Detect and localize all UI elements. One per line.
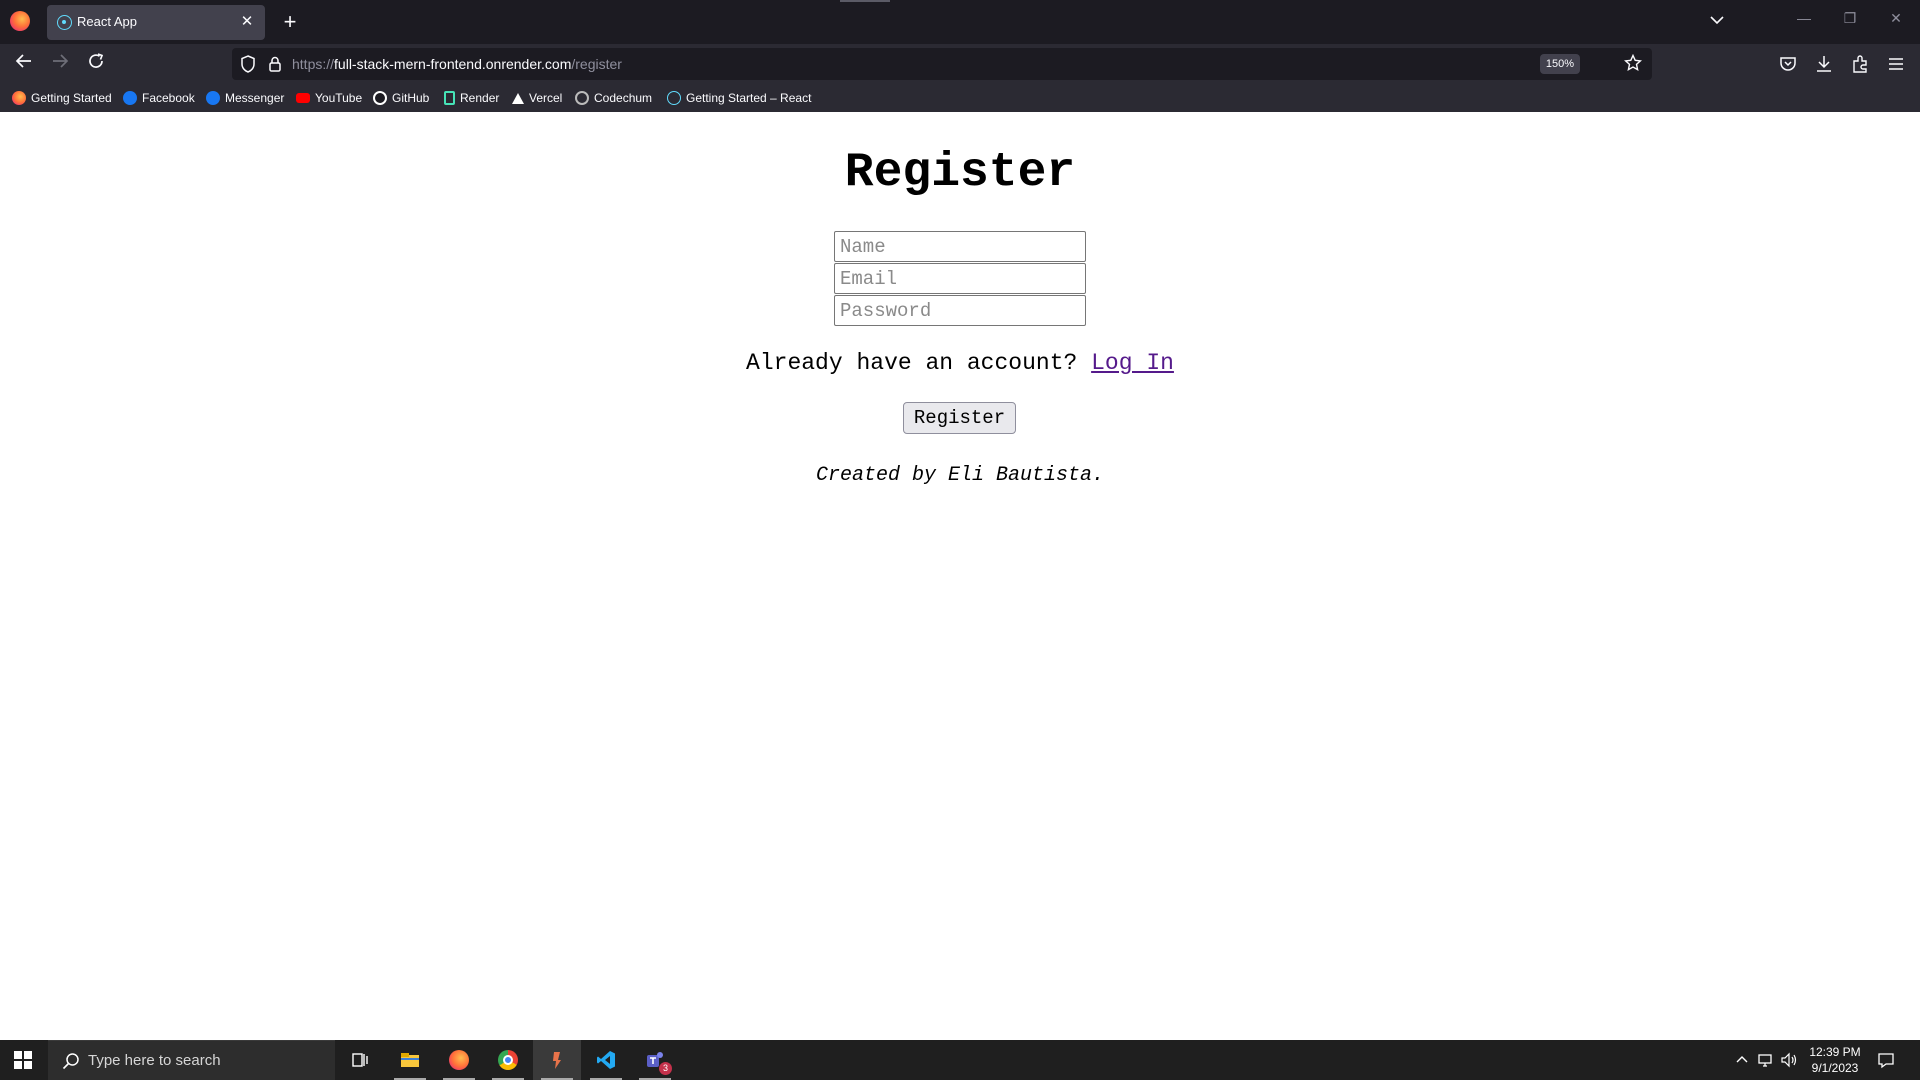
shield-icon[interactable] — [240, 55, 256, 78]
url-scheme: https:// — [292, 56, 335, 72]
notification-center-icon[interactable] — [1877, 1051, 1895, 1074]
react-icon — [57, 15, 72, 30]
minimize-icon[interactable]: — — [1794, 10, 1814, 26]
bookmark-vercel[interactable]: Vercel — [512, 89, 562, 107]
page-title: Register — [844, 146, 1076, 200]
bookmark-label: Getting Started — [31, 91, 112, 105]
search-icon — [62, 1052, 80, 1075]
taskbar-search-placeholder: Type here to search — [88, 1052, 221, 1069]
teams-badge: 3 — [659, 1062, 672, 1075]
credit-text: Created by Eli Bautista. — [815, 464, 1105, 487]
tab-title: React App — [77, 14, 137, 29]
github-icon — [373, 91, 387, 105]
windows-start-icon[interactable] — [14, 1051, 32, 1069]
extensions-icon[interactable] — [1850, 54, 1870, 74]
network-icon[interactable] — [1757, 1052, 1775, 1071]
bookmark-label: Facebook — [142, 91, 195, 105]
menu-icon[interactable] — [1886, 54, 1906, 74]
chrome-center-icon — [503, 1055, 513, 1065]
facebook-icon — [206, 91, 220, 105]
react-icon — [667, 91, 681, 105]
taskbar-chrome[interactable] — [484, 1040, 532, 1080]
chrome-icon — [498, 1050, 518, 1070]
bookmark-getting-started-react[interactable]: Getting Started – React — [667, 89, 811, 107]
close-window-icon[interactable]: ✕ — [1886, 10, 1906, 27]
bookmark-label: GitHub — [392, 91, 430, 105]
list-all-tabs-icon[interactable] — [1710, 12, 1724, 30]
system-clock[interactable]: 12:39 PM 9/1/2023 — [1800, 1044, 1870, 1076]
vercel-icon — [512, 92, 524, 104]
clock-time: 12:39 PM — [1809, 1045, 1861, 1059]
taskbar-app-active[interactable] — [533, 1040, 581, 1080]
bookmark-label: Vercel — [529, 91, 563, 105]
bookmark-facebook[interactable]: Facebook — [123, 89, 195, 107]
volume-icon[interactable] — [1780, 1052, 1798, 1071]
taskbar-search-box[interactable]: Type here to search — [48, 1040, 335, 1080]
tab-close-icon[interactable]: ✕ — [237, 11, 257, 33]
bookmark-star-icon[interactable] — [1623, 53, 1643, 77]
bookmark-label: Codechum — [594, 91, 653, 105]
bookmark-codechum[interactable]: Codechum — [575, 89, 652, 107]
reload-button[interactable] — [84, 52, 108, 76]
bookmark-messenger[interactable]: Messenger — [206, 89, 284, 107]
bookmark-render[interactable]: Render — [444, 89, 499, 107]
taskbar-file-explorer[interactable] — [386, 1040, 434, 1080]
login-prompt-text: Already have an account? — [746, 350, 1092, 376]
vscode-icon — [596, 1050, 616, 1070]
page-content: Register Already have an account? Log In… — [0, 112, 1920, 1040]
facebook-icon — [123, 91, 137, 105]
bookmark-label: Getting Started – React — [686, 91, 812, 105]
taskbar-firefox[interactable] — [435, 1040, 483, 1080]
login-prompt: Already have an account? Log In — [0, 350, 1920, 376]
url-host: full-stack-mern-frontend.onrender.com — [334, 56, 572, 72]
bookmark-label: Render — [460, 91, 500, 105]
bookmark-label: YouTube — [315, 91, 363, 105]
firefox-icon — [12, 91, 26, 105]
bookmark-github[interactable]: GitHub — [373, 89, 429, 107]
back-button[interactable] — [12, 52, 36, 76]
bookmark-label: Messenger — [225, 91, 285, 105]
restore-icon[interactable]: ❐ — [1840, 10, 1860, 27]
youtube-icon — [296, 93, 310, 103]
firefox-icon[interactable] — [10, 11, 30, 31]
downloads-icon[interactable] — [1814, 54, 1834, 74]
firefox-icon — [449, 1050, 469, 1070]
task-view-button[interactable] — [336, 1040, 384, 1080]
pocket-icon[interactable] — [1778, 54, 1798, 74]
new-tab-button[interactable]: + — [280, 9, 300, 35]
task-view-icon — [350, 1050, 370, 1070]
bookmark-getting-started[interactable]: Getting Started — [12, 89, 112, 107]
folder-icon — [400, 1050, 420, 1070]
tab-overflow-indicator — [840, 0, 890, 2]
taskbar-teams[interactable]: 3 — [631, 1040, 679, 1080]
bookmarks-toolbar: Getting Started Facebook Messenger YouTu… — [0, 84, 1920, 112]
login-link[interactable]: Log In — [1091, 350, 1174, 376]
zoom-level-badge[interactable]: 150% — [1539, 54, 1580, 74]
email-field[interactable] — [834, 263, 1086, 294]
url-text[interactable]: https://full-stack-mern-frontend.onrende… — [292, 56, 622, 72]
show-hidden-icons[interactable] — [1736, 1052, 1748, 1067]
taskbar-vscode[interactable] — [582, 1040, 630, 1080]
address-bar[interactable]: https://full-stack-mern-frontend.onrende… — [232, 48, 1652, 80]
clock-date: 9/1/2023 — [1811, 1061, 1859, 1075]
navigation-toolbar: https://full-stack-mern-frontend.onrende… — [0, 44, 1920, 84]
render-icon — [444, 91, 455, 105]
name-field[interactable] — [834, 231, 1086, 262]
browser-titlebar: React App ✕ + — ❐ ✕ — [0, 0, 1920, 44]
url-path: /register — [571, 56, 622, 72]
tab-react-app[interactable]: React App ✕ — [47, 5, 265, 40]
app-icon — [547, 1050, 567, 1070]
codechum-icon — [575, 91, 589, 105]
lock-icon[interactable] — [268, 56, 282, 77]
password-field[interactable] — [834, 295, 1086, 326]
bookmark-youtube[interactable]: YouTube — [296, 89, 362, 107]
forward-button[interactable] — [48, 52, 72, 76]
windows-taskbar: Type here to search 3 12:39 PM 9/1/2023 — [0, 1040, 1920, 1080]
register-button[interactable]: Register — [903, 402, 1016, 434]
